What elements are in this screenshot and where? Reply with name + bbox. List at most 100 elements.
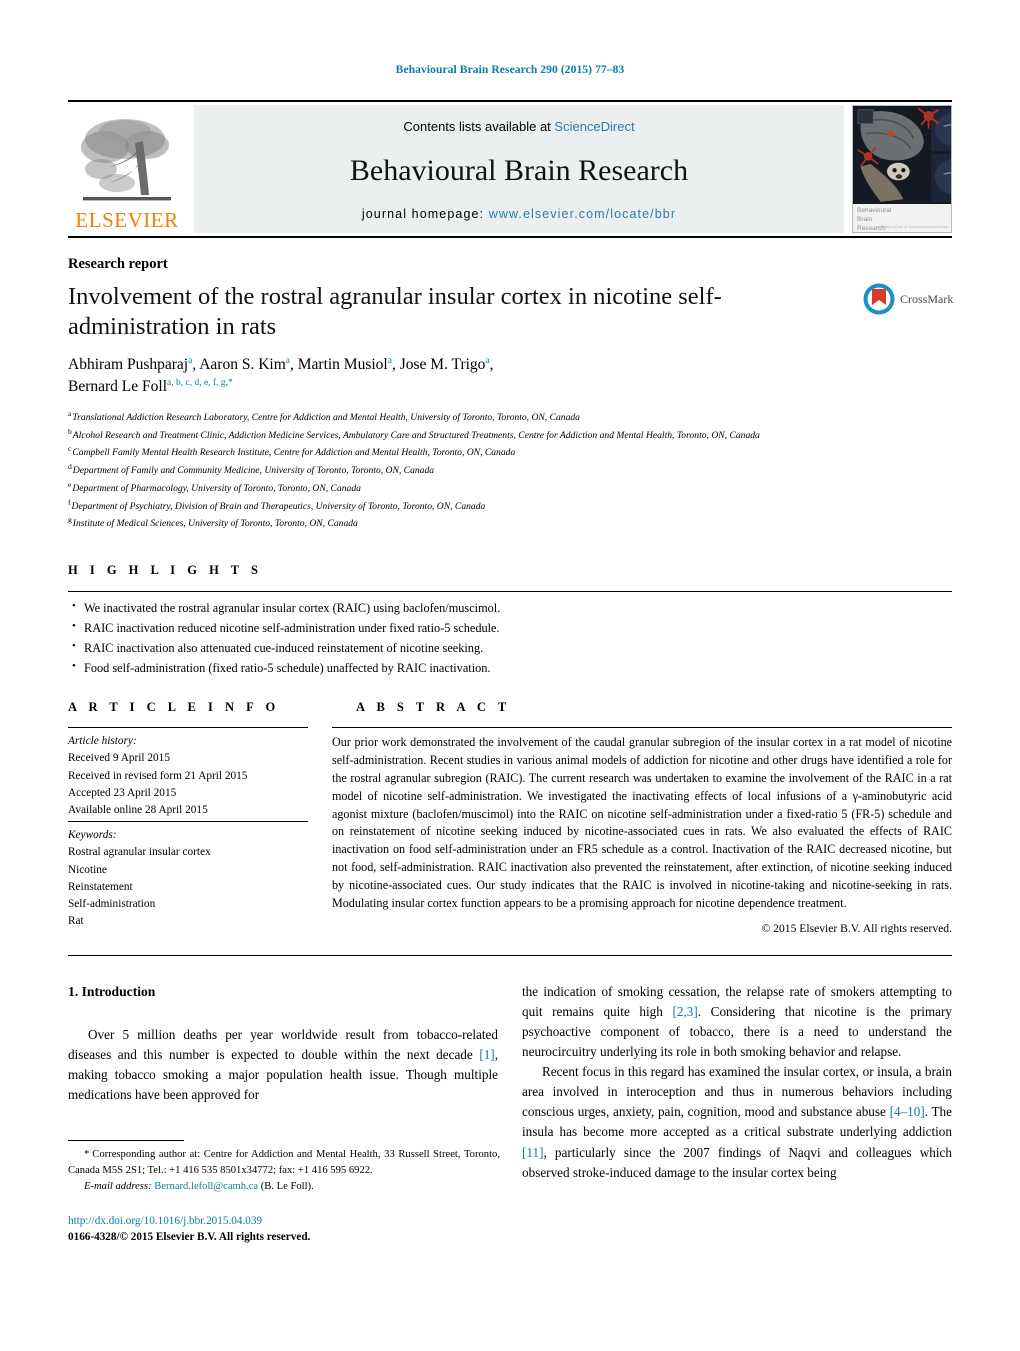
affiliation-list: aTranslational Addiction Research Labora… (68, 408, 948, 532)
contents-available-line: Contents lists available at ScienceDirec… (403, 119, 634, 134)
email-note: E-mail address: Bernard.lefoll@camh.ca (… (68, 1179, 500, 1195)
affiliation-text: Translational Addiction Research Laborat… (72, 412, 580, 424)
citation-reference[interactable]: [1] (479, 1047, 494, 1062)
affiliation-mark: g (68, 515, 72, 525)
footnote-rule (68, 1140, 184, 1141)
affiliation-mark: c (68, 444, 72, 454)
homepage-label: journal homepage: (361, 207, 485, 221)
elsevier-wordmark: ELSEVIER (75, 208, 179, 232)
citation-reference[interactable]: [4–10] (890, 1104, 925, 1119)
author-separator: , (290, 356, 298, 373)
article-history: Article history: Received 9 April 2015 R… (68, 733, 318, 819)
email-suffix: (B. Le Foll). (260, 1180, 314, 1192)
body-column-left: 1. Introduction Over 5 million deaths pe… (68, 982, 498, 1105)
highlights-rule (68, 591, 952, 592)
abstract-heading: A B S T R A C T (356, 700, 511, 714)
elsevier-logo: ELSEVIER (68, 105, 186, 233)
affiliation-item: gInstitute of Medical Sciences, Universi… (68, 514, 948, 532)
keywords-label: Keywords: (68, 829, 117, 841)
affiliation-text: Alcohol Research and Treatment Clinic, A… (72, 429, 760, 441)
list-item: Food self-administration (fixed ratio-5 … (70, 658, 770, 679)
affiliation-item: fDepartment of Psychiatry, Division of B… (68, 497, 948, 515)
homepage-url-link[interactable]: www.elsevier.com/locate/bbr (489, 207, 676, 221)
affiliation-item: bAlcohol Research and Treatment Clinic, … (68, 426, 948, 444)
paragraph-text: , particularly since the 2007 findings o… (522, 1144, 952, 1180)
article-info-rule (68, 727, 308, 728)
cover-caption-line-1: Behavioural (857, 207, 892, 215)
abstract-copyright: © 2015 Elsevier B.V. All rights reserved… (761, 922, 952, 935)
highlights-list: We inactivated the rostral agranular ins… (70, 598, 770, 679)
list-item: RAIC inactivation reduced nicotine self-… (70, 618, 770, 639)
paragraph-text: Over 5 million deaths per year worldwide… (68, 1026, 498, 1062)
paragraph: Over 5 million deaths per year worldwide… (68, 1025, 498, 1105)
author-separator: , (391, 356, 400, 373)
affiliation-text: Department of Family and Community Medic… (72, 465, 435, 477)
author-separator: , (489, 356, 494, 373)
keyword-item: Reinstatement (68, 880, 133, 893)
article-history-item: Received 9 April 2015 (68, 752, 170, 765)
article-history-item: Accepted 23 April 2015 (68, 786, 177, 799)
cover-caption-fineprint: available online at www.sciencedirect.co… (876, 225, 948, 230)
article-info-heading: A R T I C L E I N F O (68, 700, 280, 714)
author-name: Abhiram Pushparaj (68, 356, 189, 373)
article-type-label: Research report (68, 256, 168, 272)
footnote-block: * Corresponding author at: Centre for Add… (68, 1147, 500, 1195)
affiliation-text: Department of Pharmacology, University o… (72, 483, 361, 495)
keyword-item: Self-administration (68, 898, 156, 911)
highlights-heading: H I G H L I G H T S (68, 563, 263, 577)
author-name: Bernard Le Foll (68, 378, 168, 395)
email-label: E-mail address: (84, 1180, 152, 1192)
affiliation-text: Campbell Family Mental Health Research I… (72, 447, 516, 459)
keyword-item: Nicotine (68, 863, 107, 876)
affiliation-text: Department of Psychiatry, Division of Br… (71, 500, 486, 512)
journal-cover-caption: Behavioural Brain Research available onl… (853, 204, 951, 232)
citation-reference[interactable]: [11] (522, 1145, 543, 1160)
page-title: Involvement of the rostral agranular ins… (68, 283, 722, 340)
doi-block: http://dx.doi.org/10.1016/j.bbr.2015.04.… (68, 1213, 508, 1245)
paper-page: Behavioural Brain Research 290 (2015) 77… (0, 0, 1020, 1351)
crossmark-badge[interactable]: CrossMark (862, 282, 960, 316)
author-list: Abhiram Pushparaja, Aaron S. Kima, Marti… (68, 354, 768, 398)
author-affiliation-mark[interactable]: a, b, c, d, e, f, g, (167, 378, 228, 388)
body-column-right: the indication of smoking cessation, the… (522, 982, 952, 1183)
affiliation-item: cCampbell Family Mental Health Research … (68, 443, 948, 461)
doi-link[interactable]: http://dx.doi.org/10.1016/j.bbr.2015.04.… (68, 1213, 508, 1229)
paragraph: Recent focus in this regard has examined… (522, 1062, 952, 1182)
affiliation-mark: b (68, 426, 72, 436)
article-history-item: Received in revised form 21 April 2015 (68, 769, 248, 782)
contents-prefix: Contents lists available at (403, 119, 555, 134)
list-item: We inactivated the rostral agranular ins… (70, 598, 770, 619)
crossmark-icon (863, 283, 895, 315)
issn-copyright-line: 0166-4328/© 2015 Elsevier B.V. All right… (68, 1231, 311, 1244)
affiliation-mark: e (68, 479, 72, 489)
footnote-star-mark: * (84, 1149, 90, 1160)
elsevier-tree-icon (81, 119, 171, 201)
affiliation-item: aTranslational Addiction Research Labora… (68, 408, 948, 426)
affiliation-text: Institute of Medical Sciences, Universit… (72, 518, 358, 530)
journal-cover-thumbnail: Behavioural Brain Research available onl… (852, 105, 952, 233)
crossmark-label: CrossMark (900, 291, 954, 306)
author-name: Martin Musiol (297, 356, 388, 373)
sciencedirect-link[interactable]: ScienceDirect (554, 119, 634, 134)
author-name: Jose M. Trigo (399, 356, 486, 373)
citation-reference[interactable]: [2,3] (672, 1004, 697, 1019)
journal-cover-art (853, 106, 951, 205)
affiliation-mark: f (68, 497, 71, 507)
author-name: Aaron S. Kim (199, 356, 286, 373)
abstract-rule (332, 727, 952, 728)
affiliation-mark: a (68, 409, 72, 418)
affiliation-item: eDepartment of Pharmacology, University … (68, 479, 948, 497)
journal-title: Behavioural Brain Research (349, 153, 689, 187)
keyword-item: Rostral agranular insular cortex (68, 846, 211, 859)
masthead-bottom-rule (68, 236, 952, 238)
email-link[interactable]: Bernard.lefoll@camh.ca (154, 1181, 258, 1192)
list-item: RAIC inactivation also attenuated cue-in… (70, 638, 770, 659)
masthead-center: Contents lists available at ScienceDirec… (194, 105, 844, 233)
paragraph-text: Recent focus in this regard has examined… (522, 1064, 952, 1120)
paragraph: the indication of smoking cessation, the… (522, 982, 952, 1062)
keywords-rule (68, 821, 308, 822)
corresponding-author-mark[interactable]: * (228, 378, 233, 388)
abstract-text: Our prior work demonstrated the involvem… (332, 735, 952, 911)
running-head: Behavioural Brain Research 290 (2015) 77… (395, 64, 625, 76)
article-history-item: Available online 28 April 2015 (68, 804, 208, 817)
